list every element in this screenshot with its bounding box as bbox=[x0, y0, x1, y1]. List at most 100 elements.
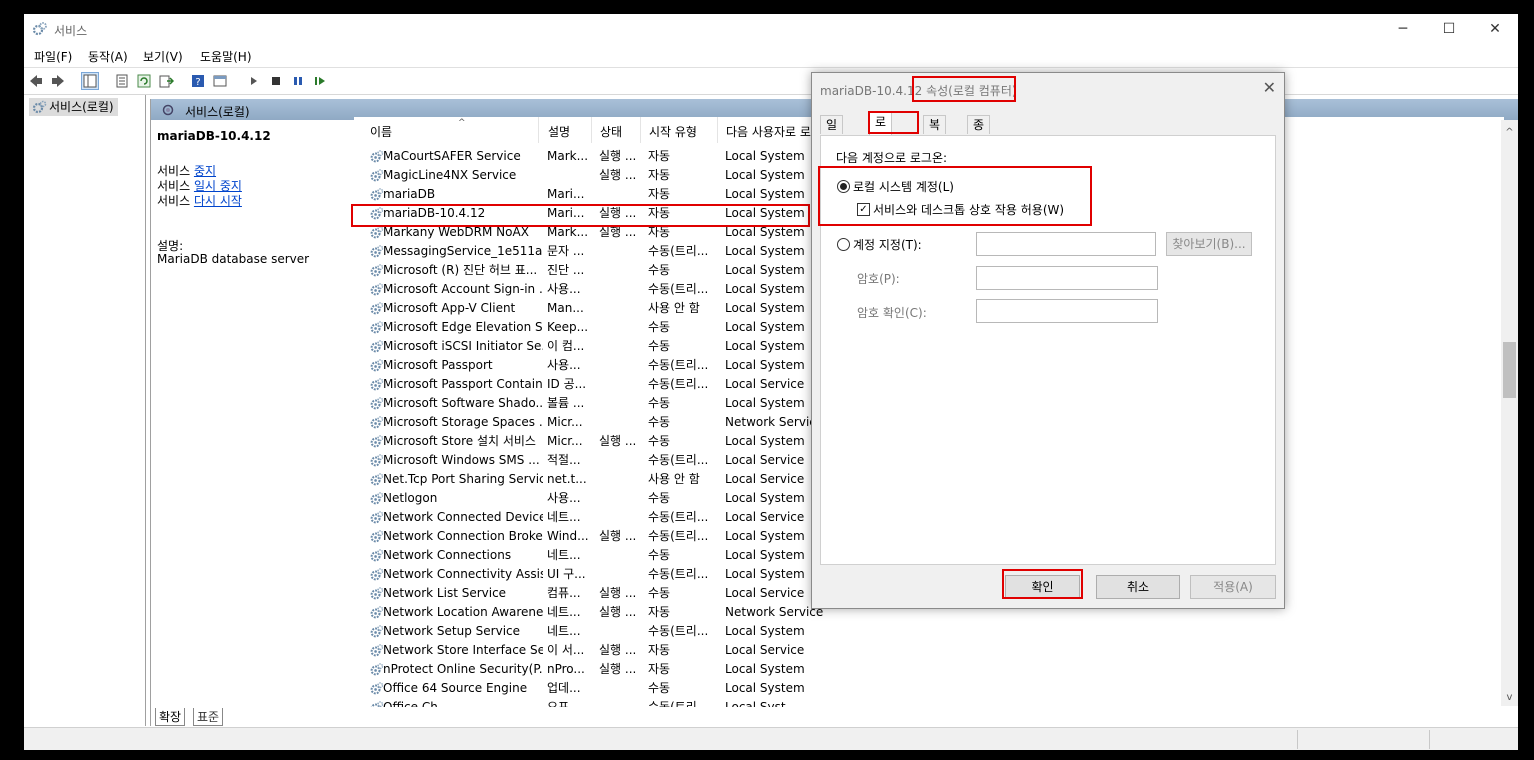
column-label: 설명 bbox=[548, 125, 571, 139]
service-gear-icon bbox=[370, 511, 384, 524]
column-header-logon-as[interactable]: 다음 사용자로 로 bbox=[718, 117, 818, 143]
svc-startup: 수동 bbox=[648, 681, 671, 695]
column-header-name[interactable]: 이름 ^ bbox=[362, 117, 539, 143]
svc-name: Microsoft Edge Elevation S... bbox=[383, 320, 543, 334]
column-label: 다음 사용자로 로 bbox=[726, 125, 811, 139]
properties-icon[interactable] bbox=[114, 73, 130, 89]
svc-desc: 업데... bbox=[547, 681, 581, 695]
action-prefix: 서비스 bbox=[157, 179, 194, 193]
service-gear-icon bbox=[370, 283, 384, 296]
svc-startup: 사용 안 함 bbox=[648, 301, 700, 315]
svc-desc: 문자 ... bbox=[547, 244, 585, 258]
svc-startup: 수동 bbox=[648, 548, 671, 562]
menu-bar: 파일(F) 동작(A) 보기(V) 도움말(H) bbox=[24, 44, 1518, 66]
maximize-button[interactable]: ☐ bbox=[1426, 14, 1472, 44]
svc-startup: 수동(트리... bbox=[648, 624, 709, 638]
dialog-close-button[interactable]: ✕ bbox=[1263, 78, 1276, 97]
stop-service-link[interactable]: 중지 bbox=[194, 164, 216, 178]
menu-action[interactable]: 동작(A) bbox=[88, 48, 128, 65]
view-icon[interactable] bbox=[212, 73, 228, 89]
svc-name: Microsoft Storage Spaces ... bbox=[383, 415, 543, 429]
tab-extended[interactable]: 확장 bbox=[155, 708, 186, 726]
export-icon[interactable] bbox=[158, 73, 174, 89]
tree-node-services-local[interactable]: 서비스(로컬) bbox=[29, 98, 118, 116]
cancel-button[interactable]: 취소 bbox=[1096, 575, 1180, 599]
svc-logon: Local Service bbox=[725, 510, 805, 524]
tab-standard[interactable]: 표준 bbox=[193, 708, 224, 726]
svc-logon: Local System bbox=[725, 662, 805, 676]
svc-logon: Local Service bbox=[725, 377, 805, 391]
back-icon[interactable] bbox=[28, 73, 44, 89]
svc-startup: 자동 bbox=[648, 643, 671, 657]
refresh-icon[interactable] bbox=[136, 73, 152, 89]
svc-desc: UI 구... bbox=[547, 567, 586, 581]
column-header-status[interactable]: 상태 bbox=[592, 117, 641, 143]
pause-service-link[interactable]: 일시 중지 bbox=[194, 179, 242, 193]
account-input[interactable] bbox=[976, 232, 1156, 256]
svc-desc: Micr... bbox=[547, 415, 583, 429]
svc-name: Microsoft Account Sign-in ... bbox=[383, 282, 543, 296]
table-row[interactable]: Office 64 Source Engine 업데... 수동 Local Syst… bbox=[354, 679, 1504, 698]
svc-startup: 수동 bbox=[648, 320, 671, 334]
tab-dependencies[interactable]: 종속성 bbox=[967, 115, 991, 168]
minimize-button[interactable]: ─ bbox=[1380, 14, 1426, 44]
description-text: MariaDB database server bbox=[157, 252, 310, 266]
svc-startup: 자동 bbox=[648, 149, 671, 163]
svc-status: 실행 ... bbox=[599, 168, 637, 182]
pause-service-icon[interactable] bbox=[290, 73, 306, 89]
service-gear-icon bbox=[370, 454, 384, 467]
scroll-thumb[interactable] bbox=[1503, 342, 1516, 398]
action-prefix: 서비스 bbox=[157, 164, 194, 178]
svc-name: Office 64 Source Engine bbox=[383, 681, 528, 695]
svc-desc: 네트... bbox=[547, 605, 581, 619]
help-icon[interactable]: ? bbox=[190, 73, 206, 89]
tab-recovery[interactable]: 복구 bbox=[923, 115, 947, 150]
table-row[interactable]: nProtect Online Security(P... nPro... 실행 .… bbox=[354, 660, 1504, 679]
column-header-startup-type[interactable]: 시작 유형 bbox=[641, 117, 718, 143]
svc-startup: 자동 bbox=[648, 168, 671, 182]
scroll-up-icon[interactable]: ^ bbox=[1501, 124, 1518, 141]
start-service-icon[interactable] bbox=[246, 73, 262, 89]
browse-button[interactable]: 찾아보기(B)... bbox=[1166, 232, 1252, 256]
restart-service-icon[interactable] bbox=[312, 73, 328, 89]
svc-name: Network Connected Device... bbox=[383, 510, 543, 524]
service-gear-icon bbox=[370, 435, 384, 448]
logon-as-label: 다음 계정으로 로그온: bbox=[836, 151, 948, 165]
close-button[interactable]: ✕ bbox=[1472, 14, 1518, 44]
svc-startup: 수동 bbox=[648, 491, 671, 505]
confirm-password-label: 암호 확인(C): bbox=[857, 306, 927, 320]
column-header-description[interactable]: 설명 bbox=[540, 117, 592, 143]
password-input[interactable] bbox=[976, 266, 1158, 290]
status-separator bbox=[1429, 730, 1430, 749]
service-gear-icon bbox=[370, 397, 384, 410]
restart-service-link[interactable]: 다시 시작 bbox=[194, 194, 242, 208]
stop-service-icon[interactable] bbox=[268, 73, 284, 89]
password-label: 암호(P): bbox=[857, 272, 900, 286]
table-row[interactable]: Network Store Interface Se... 이 서... 실행 ..… bbox=[354, 641, 1504, 660]
menu-file[interactable]: 파일(F) bbox=[34, 48, 72, 65]
dialog-title-service: mariaDB-10.4.12 bbox=[820, 84, 927, 98]
confirm-password-input[interactable] bbox=[976, 299, 1158, 323]
svc-startup: 수동(트리... bbox=[648, 567, 709, 581]
service-gear-icon bbox=[370, 625, 384, 638]
menu-help[interactable]: 도움말(H) bbox=[200, 48, 252, 65]
show-tree-icon[interactable] bbox=[81, 72, 99, 90]
vertical-scrollbar[interactable]: ^ v bbox=[1501, 120, 1518, 706]
service-gear-icon bbox=[370, 264, 384, 277]
svc-desc: 적절... bbox=[547, 453, 581, 467]
apply-button[interactable]: 적용(A) bbox=[1190, 575, 1276, 599]
svc-logon: Local System bbox=[725, 339, 805, 353]
service-gear-icon bbox=[370, 340, 384, 353]
svc-logon: Local System bbox=[725, 491, 805, 505]
menu-view[interactable]: 보기(V) bbox=[143, 48, 183, 65]
this-account-radio[interactable] bbox=[837, 238, 850, 251]
forward-icon[interactable] bbox=[50, 73, 66, 89]
scroll-down-icon[interactable]: v bbox=[1501, 689, 1518, 706]
table-row[interactable]: Network Setup Service 네트... 수동(트리... Local … bbox=[354, 622, 1504, 641]
svc-name: Microsoft Passport bbox=[383, 358, 493, 372]
svc-logon: Local System bbox=[725, 149, 805, 163]
svc-desc: 이 컴... bbox=[547, 339, 585, 353]
tab-general[interactable]: 일반 bbox=[820, 115, 844, 150]
service-gear-icon bbox=[370, 416, 384, 429]
service-gear-icon bbox=[370, 568, 384, 581]
